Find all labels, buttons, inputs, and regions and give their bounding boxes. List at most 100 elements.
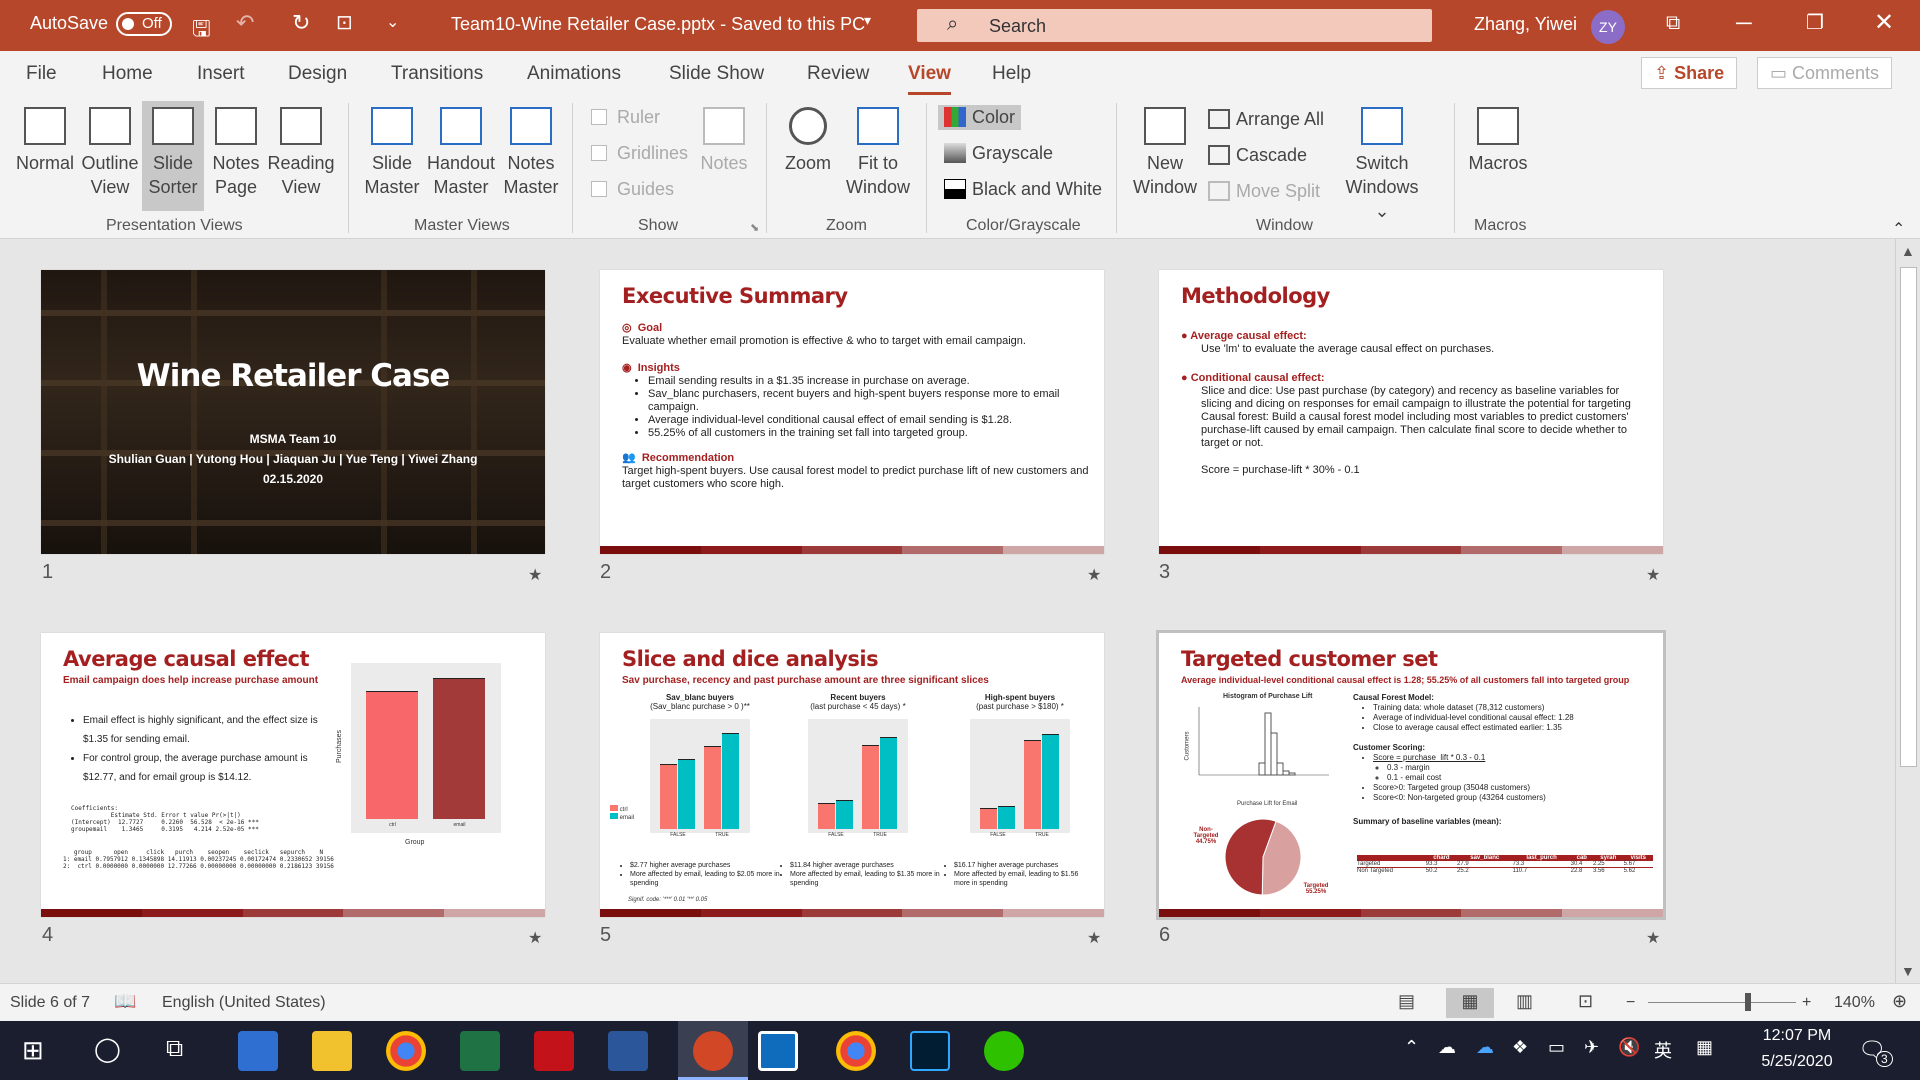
tab-review[interactable]: Review bbox=[807, 63, 869, 85]
slide-thumbnail-5[interactable]: Slice and dice analysis Sav purchase, re… bbox=[600, 633, 1104, 917]
scroll-thumb[interactable] bbox=[1900, 267, 1917, 767]
remote-app-icon[interactable] bbox=[758, 1031, 798, 1071]
vertical-scrollbar[interactable]: ▲ ▼ bbox=[1895, 239, 1920, 983]
slide-thumbnail-4[interactable]: Average causal effect Email campaign doe… bbox=[41, 633, 545, 917]
mail-icon[interactable] bbox=[238, 1031, 278, 1071]
normal-view-button[interactable]: Normal bbox=[12, 107, 78, 175]
restore-icon[interactable]: ❐ bbox=[1806, 10, 1824, 35]
notes-button[interactable]: Notes bbox=[696, 107, 752, 175]
chrome-icon[interactable] bbox=[386, 1031, 426, 1071]
redo-icon[interactable]: ↻ bbox=[292, 10, 310, 36]
photoshop-icon[interactable] bbox=[910, 1031, 950, 1071]
fit-to-window-button[interactable]: Fit to Window bbox=[842, 107, 914, 199]
customize-qat-icon[interactable]: ⌄ bbox=[386, 12, 399, 32]
cortana-icon[interactable]: ◯ bbox=[94, 1035, 121, 1064]
fit-slide-icon[interactable]: ⊕ bbox=[1892, 991, 1907, 1012]
spellcheck-icon[interactable]: 📖 bbox=[114, 991, 136, 1012]
tab-home[interactable]: Home bbox=[102, 63, 153, 85]
collapse-ribbon-icon[interactable]: ⌃ bbox=[1892, 219, 1905, 239]
tab-slide-show[interactable]: Slide Show bbox=[669, 63, 764, 85]
excel-icon[interactable] bbox=[460, 1031, 500, 1071]
macros-button[interactable]: Macros bbox=[1466, 107, 1530, 175]
chevron-up-icon[interactable]: ⌃ bbox=[1404, 1037, 1419, 1058]
move-split-button[interactable]: Move Split bbox=[1208, 181, 1320, 202]
slide-thumbnail-2[interactable]: Executive Summary ◎ Goal Evaluate whethe… bbox=[600, 270, 1104, 554]
file-explorer-icon[interactable] bbox=[312, 1031, 352, 1071]
document-title[interactable]: Team10-Wine Retailer Case.pptx - Saved t… bbox=[451, 14, 865, 35]
reading-view-button[interactable]: Reading View bbox=[266, 107, 336, 199]
zoom-in-icon[interactable]: + bbox=[1802, 994, 1811, 1012]
search-box[interactable]: ⌕ Search bbox=[917, 9, 1432, 42]
ruler-checkbox[interactable]: Ruler bbox=[591, 107, 660, 128]
slide-master-button[interactable]: Slide Master bbox=[360, 107, 424, 199]
tab-animations[interactable]: Animations bbox=[527, 63, 621, 85]
minimize-icon[interactable]: ─ bbox=[1736, 10, 1752, 36]
slide-sorter-icon[interactable]: ▦ bbox=[1446, 988, 1494, 1018]
comments-button[interactable]: ▭ Comments bbox=[1757, 57, 1893, 89]
tab-help[interactable]: Help bbox=[992, 63, 1031, 85]
language[interactable]: English (United States) bbox=[162, 994, 326, 1012]
tab-file[interactable]: File bbox=[26, 63, 57, 85]
close-icon[interactable]: ✕ bbox=[1874, 8, 1894, 37]
outline-view-button[interactable]: Outline View bbox=[80, 107, 140, 199]
zoom-out-icon[interactable]: − bbox=[1626, 994, 1635, 1012]
battery-icon[interactable]: ▭ bbox=[1548, 1037, 1565, 1058]
switch-windows-button[interactable]: Switch Windows ⌄ bbox=[1344, 107, 1420, 223]
powerpoint-taskbar-item[interactable] bbox=[678, 1021, 748, 1080]
share-button[interactable]: ⇪ Share bbox=[1641, 57, 1738, 89]
avatar[interactable]: ZY bbox=[1591, 10, 1625, 44]
save-icon[interactable]: 🖫 bbox=[192, 12, 211, 50]
reading-view-icon[interactable]: ▥ bbox=[1516, 991, 1533, 1012]
notes-page-button[interactable]: Notes Page bbox=[206, 107, 266, 199]
zoom-slider-thumb[interactable] bbox=[1745, 993, 1751, 1011]
chrome-icon[interactable] bbox=[836, 1031, 876, 1071]
cloud-icon[interactable]: ☁ bbox=[1438, 1037, 1456, 1058]
normal-view-icon[interactable]: ▤ bbox=[1398, 991, 1415, 1012]
dialog-launcher-icon[interactable]: ⬊ bbox=[750, 221, 759, 234]
acrobat-icon[interactable] bbox=[534, 1031, 574, 1071]
slide-thumbnail-3[interactable]: Methodology ● Average causal effect: Use… bbox=[1159, 270, 1663, 554]
zoom-button[interactable]: Zoom bbox=[780, 107, 836, 175]
task-view-icon[interactable]: ⧉ bbox=[166, 1035, 183, 1063]
slide-sorter-button[interactable]: Slide Sorter bbox=[142, 101, 204, 211]
ribbon-display-icon[interactable]: ⧉ bbox=[1666, 12, 1680, 35]
dropbox-icon[interactable]: ❖ bbox=[1512, 1037, 1528, 1058]
slide-thumbnail-1[interactable]: Wine Retailer Case MSMA Team 10 Shulian … bbox=[41, 270, 545, 554]
slide-thumbnail-6[interactable]: Targeted customer set Average individual… bbox=[1156, 630, 1666, 920]
tab-transitions[interactable]: Transitions bbox=[391, 63, 483, 85]
handout-master-button[interactable]: Handout Master bbox=[424, 107, 498, 199]
chevron-down-icon[interactable]: ▾ bbox=[864, 12, 871, 29]
present-icon[interactable]: ⊡ bbox=[336, 10, 353, 35]
airplane-icon[interactable]: ✈ bbox=[1584, 1037, 1599, 1058]
onedrive-icon[interactable]: ☁ bbox=[1476, 1037, 1494, 1058]
clock-date[interactable]: 5/25/2020 bbox=[1752, 1053, 1842, 1071]
scroll-up-icon[interactable]: ▲ bbox=[1901, 243, 1915, 259]
ime-language[interactable]: 英 bbox=[1654, 1037, 1672, 1063]
new-window-button[interactable]: New Window bbox=[1132, 107, 1198, 199]
gridlines-checkbox[interactable]: Gridlines bbox=[591, 143, 688, 164]
scroll-down-icon[interactable]: ▼ bbox=[1901, 963, 1915, 979]
zoom-slider[interactable] bbox=[1648, 1002, 1796, 1003]
arrange-all-button[interactable]: Arrange All bbox=[1208, 109, 1324, 130]
keyboard-icon[interactable]: ▦ bbox=[1696, 1037, 1713, 1058]
tab-insert[interactable]: Insert bbox=[197, 63, 245, 85]
tab-view[interactable]: View bbox=[908, 63, 951, 95]
clock-time[interactable]: 12:07 PM bbox=[1752, 1027, 1842, 1045]
word-icon[interactable] bbox=[608, 1031, 648, 1071]
grayscale-button[interactable]: Grayscale bbox=[944, 143, 1053, 164]
windows-start-icon[interactable]: ⊞ bbox=[22, 1035, 44, 1066]
black-and-white-button[interactable]: Black and White bbox=[944, 179, 1102, 200]
autosave-toggle[interactable]: Off bbox=[116, 12, 172, 36]
zoom-level[interactable]: 140% bbox=[1834, 994, 1875, 1012]
tab-design[interactable]: Design bbox=[288, 63, 347, 85]
guides-checkbox[interactable]: Guides bbox=[591, 179, 674, 200]
user-name[interactable]: Zhang, Yiwei bbox=[1474, 14, 1577, 35]
color-button[interactable]: Color bbox=[938, 105, 1022, 130]
volume-icon[interactable]: 🔇 bbox=[1618, 1037, 1640, 1058]
wechat-icon[interactable] bbox=[984, 1031, 1024, 1071]
slide-subtitle: Email campaign does help increase purcha… bbox=[63, 675, 319, 686]
slide-show-icon[interactable]: ⊡ bbox=[1578, 991, 1593, 1012]
undo-icon[interactable]: ↶ bbox=[236, 10, 254, 36]
cascade-button[interactable]: Cascade bbox=[1208, 145, 1307, 166]
notes-master-button[interactable]: Notes Master bbox=[500, 107, 562, 199]
